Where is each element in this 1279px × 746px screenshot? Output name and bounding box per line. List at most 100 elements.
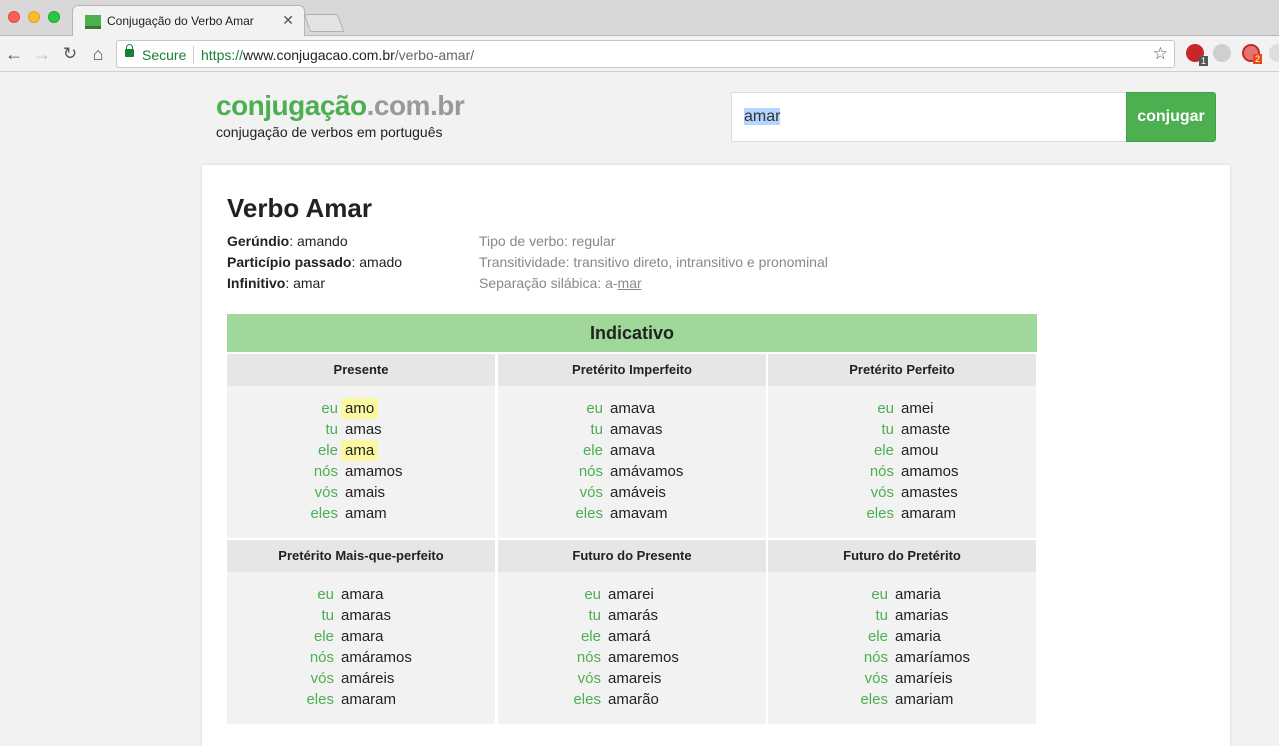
- verb-form: amei: [901, 400, 934, 417]
- conjugation-row: nós amamos: [768, 461, 1036, 482]
- pronoun: eles: [310, 505, 338, 522]
- conjugation-list: eu amava tu amavas ele amava nós amávamos vós amá…: [498, 386, 766, 524]
- pronoun: eu: [321, 400, 338, 417]
- conjugation-list: eu amo tu amas ele ama nós amamos vós amais eles am…: [227, 386, 495, 524]
- pronoun: ele: [580, 628, 601, 645]
- close-window-button[interactable]: [8, 11, 20, 23]
- participle-label: Particípio passado: [227, 254, 352, 270]
- gerund-value: : amando: [289, 233, 348, 249]
- page-content: conjugação.com.br conjugação de verbos e…: [0, 73, 1279, 746]
- conjugation-row: eles amavam: [498, 503, 766, 524]
- pronoun: nós: [578, 463, 603, 480]
- pronoun: tu: [881, 421, 894, 438]
- verb-form: ama: [341, 440, 379, 461]
- verb-form: amamos: [901, 463, 959, 480]
- conjugation-row: tu amavas: [498, 419, 766, 440]
- conjugation-row: eu amara: [227, 584, 495, 605]
- verb-form: amaras: [341, 607, 392, 624]
- cloud-extension-icon[interactable]: [1213, 44, 1231, 62]
- verb-form: amareis: [608, 670, 662, 687]
- bookmark-star-icon[interactable]: ☆: [1153, 44, 1168, 64]
- tense-title: Futuro do Presente: [498, 540, 766, 572]
- conjugation-row: nós amáramos: [227, 647, 495, 668]
- verb-form: amaria: [895, 628, 941, 645]
- conjugation-row: eu amo: [227, 398, 495, 419]
- pronoun: ele: [873, 442, 894, 459]
- conjugation-row: eles amariam: [768, 689, 1036, 710]
- verb-form: amo: [341, 398, 379, 419]
- infinitive-value: : amar: [285, 275, 326, 291]
- conjugation-row: eles amarão: [498, 689, 766, 710]
- conjugation-list: eu amarei tu amarás ele amará nós amaremos vós am…: [498, 572, 766, 710]
- browser-tab-active[interactable]: Conjugação do Verbo Amar ✕: [72, 5, 305, 37]
- secure-label: Secure: [142, 47, 187, 63]
- verb-card: Verbo Amar Gerúndio: amando Particípio p…: [202, 165, 1230, 746]
- conjugation-row: nós amávamos: [498, 461, 766, 482]
- adblock-extension-icon[interactable]: 1: [1186, 44, 1208, 66]
- verb-form: amais: [345, 484, 386, 501]
- pronoun: eles: [573, 691, 601, 708]
- conjugation-row: ele amou: [768, 440, 1036, 461]
- reload-button[interactable]: ↻: [58, 42, 82, 66]
- verb-form: amáramos: [341, 649, 412, 666]
- pronoun: eu: [317, 586, 334, 603]
- verb-form: amarás: [608, 607, 659, 624]
- url-scheme: https://: [201, 47, 244, 63]
- tab-close-icon[interactable]: ✕: [282, 12, 294, 29]
- minimize-window-button[interactable]: [28, 11, 40, 23]
- tense-block: Futuro do Pretérito eu amaria tu amarias ele a…: [768, 540, 1036, 724]
- pronoun: nós: [863, 649, 888, 666]
- pronoun: vós: [870, 484, 894, 501]
- pronoun: vós: [314, 484, 338, 501]
- conjugation-row: tu amaste: [768, 419, 1036, 440]
- maximize-window-button[interactable]: [48, 11, 60, 23]
- conjugation-row: eu amei: [768, 398, 1036, 419]
- site-tagline: conjugação de verbos em português: [216, 124, 443, 140]
- verb-form: amava: [610, 400, 656, 417]
- pronoun: ele: [313, 628, 334, 645]
- conjugation-row: eles amaram: [768, 503, 1036, 524]
- tense-block: Presente eu amo tu amas ele ama nós amamos vós ama…: [227, 354, 495, 538]
- verb-form: amastes: [901, 484, 958, 501]
- tab-title: Conjugação do Verbo Amar: [107, 14, 254, 28]
- extension-icon[interactable]: 2: [1242, 44, 1262, 64]
- url-host: www.conjugacao.com.br: [243, 47, 395, 63]
- verb-transitivity: Transitividade: transitivo direto, intra…: [479, 254, 828, 270]
- verb-form: amamos: [345, 463, 403, 480]
- pronoun: nós: [576, 649, 601, 666]
- pronoun: vós: [310, 670, 334, 687]
- conjugate-button[interactable]: conjugar: [1126, 92, 1216, 142]
- extension-badge: 2: [1252, 54, 1262, 64]
- conjugation-row: ele amava: [498, 440, 766, 461]
- syllable-link[interactable]: mar: [618, 275, 642, 291]
- search-input-value: amar: [744, 108, 781, 125]
- pronoun: ele: [582, 442, 603, 459]
- pronoun: eu: [877, 400, 894, 417]
- back-button[interactable]: ←: [2, 42, 26, 66]
- conjugation-row: tu amarias: [768, 605, 1036, 626]
- conjugation-row: eu amarei: [498, 584, 766, 605]
- verb-form: amaríeis: [895, 670, 953, 687]
- search-input[interactable]: amar: [731, 92, 1127, 142]
- gerund-label: Gerúndio: [227, 233, 290, 249]
- conjugation-row: nós amamos: [227, 461, 495, 482]
- new-tab-button[interactable]: [303, 14, 345, 32]
- conjugation-row: vós amareis: [498, 668, 766, 689]
- verb-form: amaram: [341, 691, 397, 708]
- pronoun: eu: [871, 586, 888, 603]
- site-logo[interactable]: conjugação.com.br: [216, 90, 465, 122]
- address-bar[interactable]: Secure https://www.conjugacao.com.br/ver…: [116, 40, 1175, 68]
- pronoun: tu: [590, 421, 603, 438]
- conjugation-row: tu amarás: [498, 605, 766, 626]
- home-button[interactable]: ⌂: [86, 42, 110, 66]
- verb-form: amariam: [895, 691, 954, 708]
- profile-icon[interactable]: [1269, 44, 1279, 62]
- conjugation-row: eu amaria: [768, 584, 1036, 605]
- forward-button[interactable]: →: [30, 42, 54, 66]
- tense-block: Pretérito Imperfeito eu amava tu amavas ele am…: [498, 354, 766, 538]
- adblock-badge: 1: [1198, 56, 1208, 66]
- url-text[interactable]: https://www.conjugacao.com.br/verbo-amar…: [201, 47, 474, 63]
- conjugation-row: ele ama: [227, 440, 495, 461]
- verb-form: amávamos: [610, 463, 684, 480]
- logo-domain: .com.br: [366, 90, 465, 121]
